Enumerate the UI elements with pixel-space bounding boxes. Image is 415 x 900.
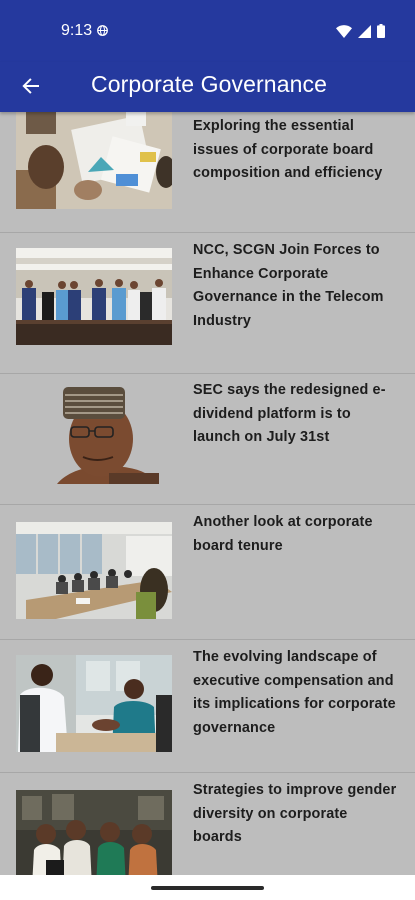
article-thumbnail bbox=[16, 248, 172, 345]
article-headline: NCC, SCGN Join Forces to Enhance Corpora… bbox=[193, 242, 384, 329]
home-gesture-handle[interactable] bbox=[151, 886, 264, 890]
cell-signal-icon bbox=[358, 24, 371, 38]
article-card[interactable]: Exploring the essential issues of corpor… bbox=[0, 112, 415, 232]
article-thumbnail bbox=[16, 522, 172, 619]
article-card[interactable]: Strategies to improve gender diversity o… bbox=[0, 773, 415, 875]
wifi-icon bbox=[336, 24, 352, 38]
app-bar: Corporate Governance bbox=[0, 62, 415, 112]
navigation-bar bbox=[0, 875, 415, 900]
article-thumbnail bbox=[16, 790, 172, 875]
arrow-back-icon bbox=[22, 78, 39, 94]
article-thumbnail bbox=[16, 112, 172, 209]
status-bar: 9:13 bbox=[0, 0, 415, 62]
article-thumbnail bbox=[57, 387, 159, 484]
article-list[interactable]: Exploring the essential issues of corpor… bbox=[0, 112, 415, 875]
status-icons bbox=[336, 24, 385, 38]
back-button[interactable] bbox=[14, 69, 48, 103]
article-headline: Another look at corporate board tenure bbox=[193, 514, 373, 554]
globe-icon bbox=[97, 25, 108, 36]
article-card[interactable]: The evolving landscape of executive comp… bbox=[0, 640, 415, 772]
article-headline: The evolving landscape of executive comp… bbox=[193, 649, 396, 736]
page-title: Corporate Governance bbox=[91, 71, 327, 97]
article-card[interactable]: SEC says the redesigned e-dividend platf… bbox=[0, 374, 415, 504]
battery-icon bbox=[377, 24, 385, 38]
article-thumbnail bbox=[16, 655, 172, 752]
status-time: 9:13 bbox=[61, 22, 93, 39]
article-headline: Exploring the essential issues of corpor… bbox=[193, 118, 383, 182]
article-card[interactable]: Another look at corporate board tenure bbox=[0, 505, 415, 639]
article-card[interactable]: NCC, SCGN Join Forces to Enhance Corpora… bbox=[0, 233, 415, 373]
article-headline: SEC says the redesigned e-dividend platf… bbox=[193, 382, 386, 446]
article-headline: Strategies to improve gender diversity o… bbox=[193, 782, 397, 846]
